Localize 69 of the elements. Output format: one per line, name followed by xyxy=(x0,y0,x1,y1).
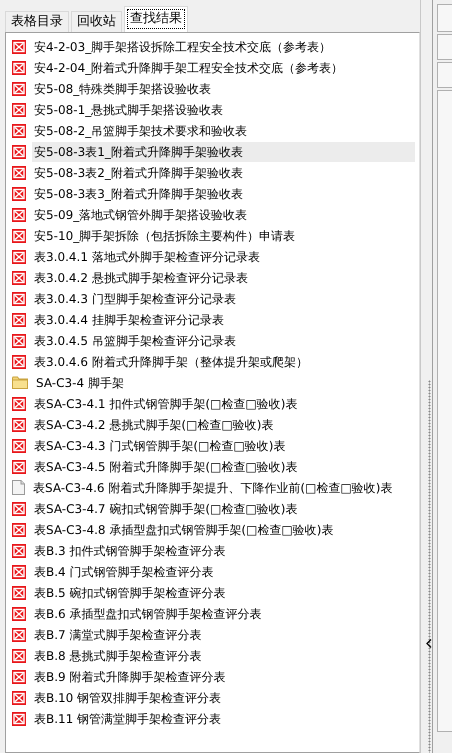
folder-icon xyxy=(12,376,28,389)
crossed-file-icon xyxy=(12,712,26,726)
list-item[interactable]: SA-C3-4 脚手架 xyxy=(34,372,126,392)
crossed-file-icon xyxy=(12,82,26,96)
crossed-file-icon xyxy=(12,648,26,662)
list-item[interactable]: 表SA-C3-4.5 附着式升降脚手架(□检查□验收)表 xyxy=(32,456,300,476)
crossed-file-icon xyxy=(12,270,26,284)
list-item[interactable]: 表B.9 附着式升降脚手架检查评分表 xyxy=(32,666,228,686)
crossed-file-icon xyxy=(12,102,26,116)
tab[interactable]: 查找结果 xyxy=(124,6,188,32)
list-item[interactable]: 表SA-C3-4.2 悬挑式脚手架(□检查□验收)表 xyxy=(32,414,276,434)
list-item[interactable]: 安4-2-04_附着式升降脚手架工程安全技术交底（参考表） xyxy=(32,58,346,78)
blank-file-icon xyxy=(12,480,25,495)
list-item[interactable]: 表B.5 碗扣式钢管脚手架检查评分表 xyxy=(32,582,228,602)
list-item[interactable]: 安5-08-2_吊篮脚手架技术要求和验收表 xyxy=(32,120,250,140)
list-item[interactable]: 安4-2-03_脚手架搭设拆除工程安全技术交底（参考表） xyxy=(32,36,334,56)
crossed-file-icon xyxy=(12,250,26,264)
crossed-file-icon xyxy=(12,312,26,326)
crossed-file-icon xyxy=(12,502,26,516)
list-item[interactable]: 安5-08-3表3_附着式升降脚手架验收表 xyxy=(32,184,245,204)
crossed-file-icon xyxy=(12,586,26,600)
list-item[interactable]: 表SA-C3-4.7 碗扣式钢管脚手架(□检查□验收)表 xyxy=(32,498,300,518)
crossed-file-icon xyxy=(12,228,26,242)
list-item[interactable]: 安5-08_特殊类脚手架搭设验收表 xyxy=(32,78,214,98)
crossed-file-icon xyxy=(12,522,26,536)
list-item[interactable]: 表SA-C3-4.1 扣件式钢管脚手架(□检查□验收)表 xyxy=(32,394,300,414)
list-item[interactable]: 表B.6 承插型盘扣式钢管脚手架检查评分表 xyxy=(32,604,264,624)
list-item[interactable]: 表3.0.4.4 挂脚手架检查评分记录表 xyxy=(32,310,226,330)
crossed-file-icon xyxy=(12,690,26,704)
crossed-file-icon xyxy=(12,40,26,54)
tab[interactable]: 表格目录 xyxy=(5,11,69,32)
crossed-file-icon xyxy=(12,354,26,368)
list-item[interactable]: 表B.7 满堂式脚手架检查评分表 xyxy=(32,624,204,644)
crossed-file-icon xyxy=(12,670,26,684)
list-item[interactable]: 表3.0.4.5 吊篮脚手架检查评分记录表 xyxy=(32,330,238,350)
list-item[interactable]: 表SA-C3-4.6 附着式升降脚手架提升、下降作业前(□检查□验收)表 xyxy=(31,478,394,498)
list-item[interactable]: 表B.8 悬挑式脚手架检查评分表 xyxy=(32,646,204,666)
list-item[interactable]: 表B.11 钢管满堂脚手架检查评分表 xyxy=(32,708,224,728)
list-item[interactable]: 表3.0.4.1 落地式外脚手架检查评分记录表 xyxy=(32,246,262,266)
crossed-file-icon xyxy=(12,208,26,222)
crossed-file-icon xyxy=(12,186,26,200)
list-item[interactable]: 表3.0.4.3 门型脚手架检查评分记录表 xyxy=(32,288,238,308)
list-item[interactable]: 表SA-C3-4.8 承插型盘扣式钢管脚手架(□检查□验收)表 xyxy=(32,520,336,540)
crossed-file-icon xyxy=(12,628,26,642)
crossed-file-icon xyxy=(12,144,26,158)
crossed-file-icon xyxy=(12,396,26,410)
crossed-file-icon xyxy=(12,606,26,620)
list-item[interactable]: 表B.4 门式钢管脚手架检查评分表 xyxy=(32,562,216,582)
crossed-file-icon xyxy=(12,60,26,74)
crossed-file-icon xyxy=(12,124,26,138)
list-item[interactable]: 安5-09_落地式钢管外脚手架搭设验收表 xyxy=(32,204,250,224)
crossed-file-icon xyxy=(12,418,26,432)
crossed-file-icon xyxy=(12,460,26,474)
list-item[interactable]: 表3.0.4.2 悬挑式脚手架检查评分记录表 xyxy=(32,268,250,288)
tab[interactable]: 回收站 xyxy=(71,11,122,32)
crossed-file-icon xyxy=(12,438,26,452)
list-item[interactable]: 表B.10 钢管双排脚手架检查评分表 xyxy=(32,688,224,708)
list-item[interactable]: 安5-08-3表1_附着式升降脚手架验收表 xyxy=(32,142,415,162)
list-item[interactable]: 表3.0.4.6 附着式升降脚手架（整体提升架或爬架） xyxy=(32,352,310,372)
crossed-file-icon xyxy=(12,166,26,180)
list-item[interactable]: 表SA-C3-4.3 门式钢管脚手架(□检查□验收)表 xyxy=(32,436,288,456)
list-item[interactable]: 安5-08-3表2_附着式升降脚手架验收表 xyxy=(32,162,245,182)
crossed-file-icon xyxy=(12,544,26,558)
crossed-file-icon xyxy=(12,292,26,306)
list-item[interactable]: 安5-08-1_悬挑式脚手架搭设验收表 xyxy=(32,100,226,120)
crossed-file-icon xyxy=(12,334,26,348)
list-item[interactable]: 表B.3 扣件式钢管脚手架检查评分表 xyxy=(32,540,228,560)
list-item[interactable]: 安5-10_脚手架拆除（包括拆除主要构件）申请表 xyxy=(32,226,298,246)
crossed-file-icon xyxy=(12,564,26,578)
